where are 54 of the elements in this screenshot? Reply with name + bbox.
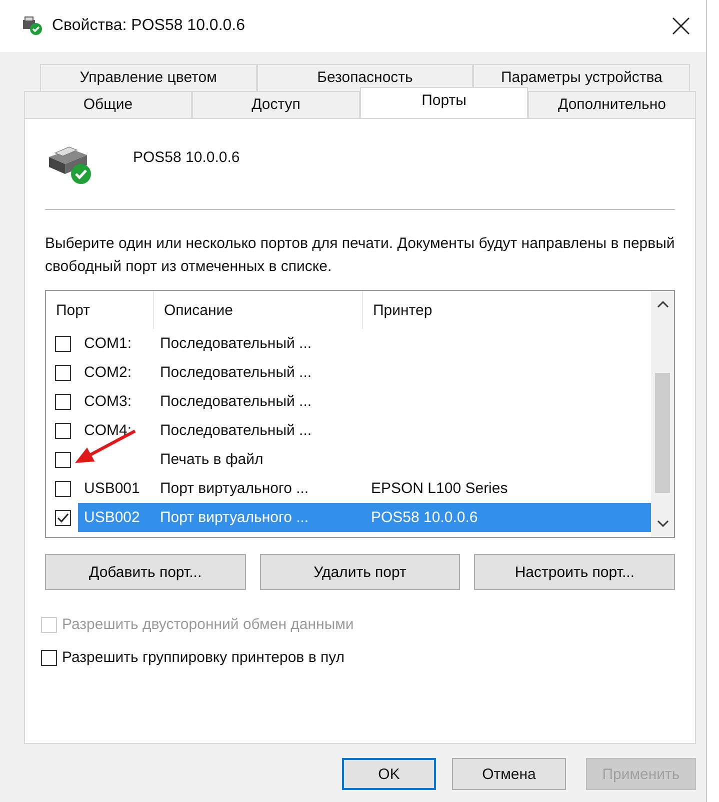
list-row[interactable]: COM3: Последовательный ... (78, 387, 651, 416)
option-label: Разрешить группировку принтеров в пул (62, 649, 345, 666)
list-row[interactable]: USB001 Порт виртуального ... EPSON L100 Series (78, 474, 651, 503)
tab[interactable]: Управление цветом (40, 64, 257, 91)
instruction-text: Выберите один или несколько портов для печати. Документы будут направлены в первый свободный порт из отмеченных в списке. (45, 234, 675, 277)
checkbox[interactable] (55, 364, 71, 380)
dialog-button[interactable]: Отмена (452, 758, 566, 790)
window-title: Свойства: POS58 10.0.0.6 (52, 17, 246, 35)
checkbox[interactable] (55, 510, 71, 526)
close-icon[interactable] (672, 17, 690, 35)
description-cell: Порт виртуального ... (160, 509, 309, 526)
port-button[interactable]: Удалить порт (260, 554, 460, 590)
tab[interactable]: Доступ (192, 91, 360, 118)
printer-cell: EPSON L100 Series (371, 480, 508, 497)
port-button[interactable]: Добавить порт... (45, 554, 246, 590)
checkbox[interactable] (55, 336, 71, 352)
tab[interactable]: Дополнительно (528, 91, 696, 118)
port-button[interactable]: Настроить порт... (474, 554, 676, 590)
port-cell: USB001 (84, 480, 140, 497)
description-cell: Последовательный ... (160, 364, 312, 381)
description-cell: Печать в файл (160, 451, 264, 468)
scroll-up-icon[interactable] (656, 299, 670, 309)
checkbox[interactable] (41, 650, 57, 666)
checkbox[interactable] (55, 394, 71, 410)
checkbox[interactable] (55, 422, 71, 438)
description-cell: Порт виртуального ... (160, 480, 309, 497)
printer-icon (22, 16, 44, 36)
checkbox[interactable] (55, 480, 71, 496)
list-row[interactable]: COM1: Последовательный ... (78, 329, 651, 358)
list-row[interactable]: COM4: Последовательный ... (78, 416, 651, 445)
tab[interactable]: Параметры устройства (473, 64, 690, 91)
port-cell: USB002 (84, 509, 140, 526)
port-cell: COM1: (84, 335, 132, 352)
port-cell: COM2: (84, 364, 132, 381)
description-cell: Последовательный ... (160, 422, 312, 439)
column-header[interactable]: Описание (154, 291, 363, 329)
printer-name: POS58 10.0.0.6 (133, 148, 240, 166)
tab[interactable]: Порты (360, 87, 528, 118)
description-cell: Последовательный ... (160, 335, 312, 352)
description-cell: Последовательный ... (160, 393, 312, 410)
scrollbar[interactable] (651, 291, 674, 537)
printer-cell: POS58 10.0.0.6 (371, 509, 478, 526)
option-label: Разрешить двусторонний обмен данными (62, 616, 354, 633)
list-row[interactable]: Печать в файл (78, 445, 651, 474)
checkbox[interactable] (55, 452, 71, 468)
list-row[interactable]: COM2: Последовательный ... (78, 358, 651, 387)
scroll-down-icon[interactable] (656, 519, 670, 529)
tab[interactable]: Общие (24, 91, 192, 118)
dialog-button[interactable]: OK (342, 758, 436, 790)
port-cell: COM4: (84, 422, 132, 439)
column-header[interactable]: Принтер (363, 291, 649, 329)
column-header[interactable]: Порт (46, 291, 154, 329)
tab[interactable]: Безопасность (256, 64, 474, 91)
port-cell: COM3: (84, 393, 132, 410)
